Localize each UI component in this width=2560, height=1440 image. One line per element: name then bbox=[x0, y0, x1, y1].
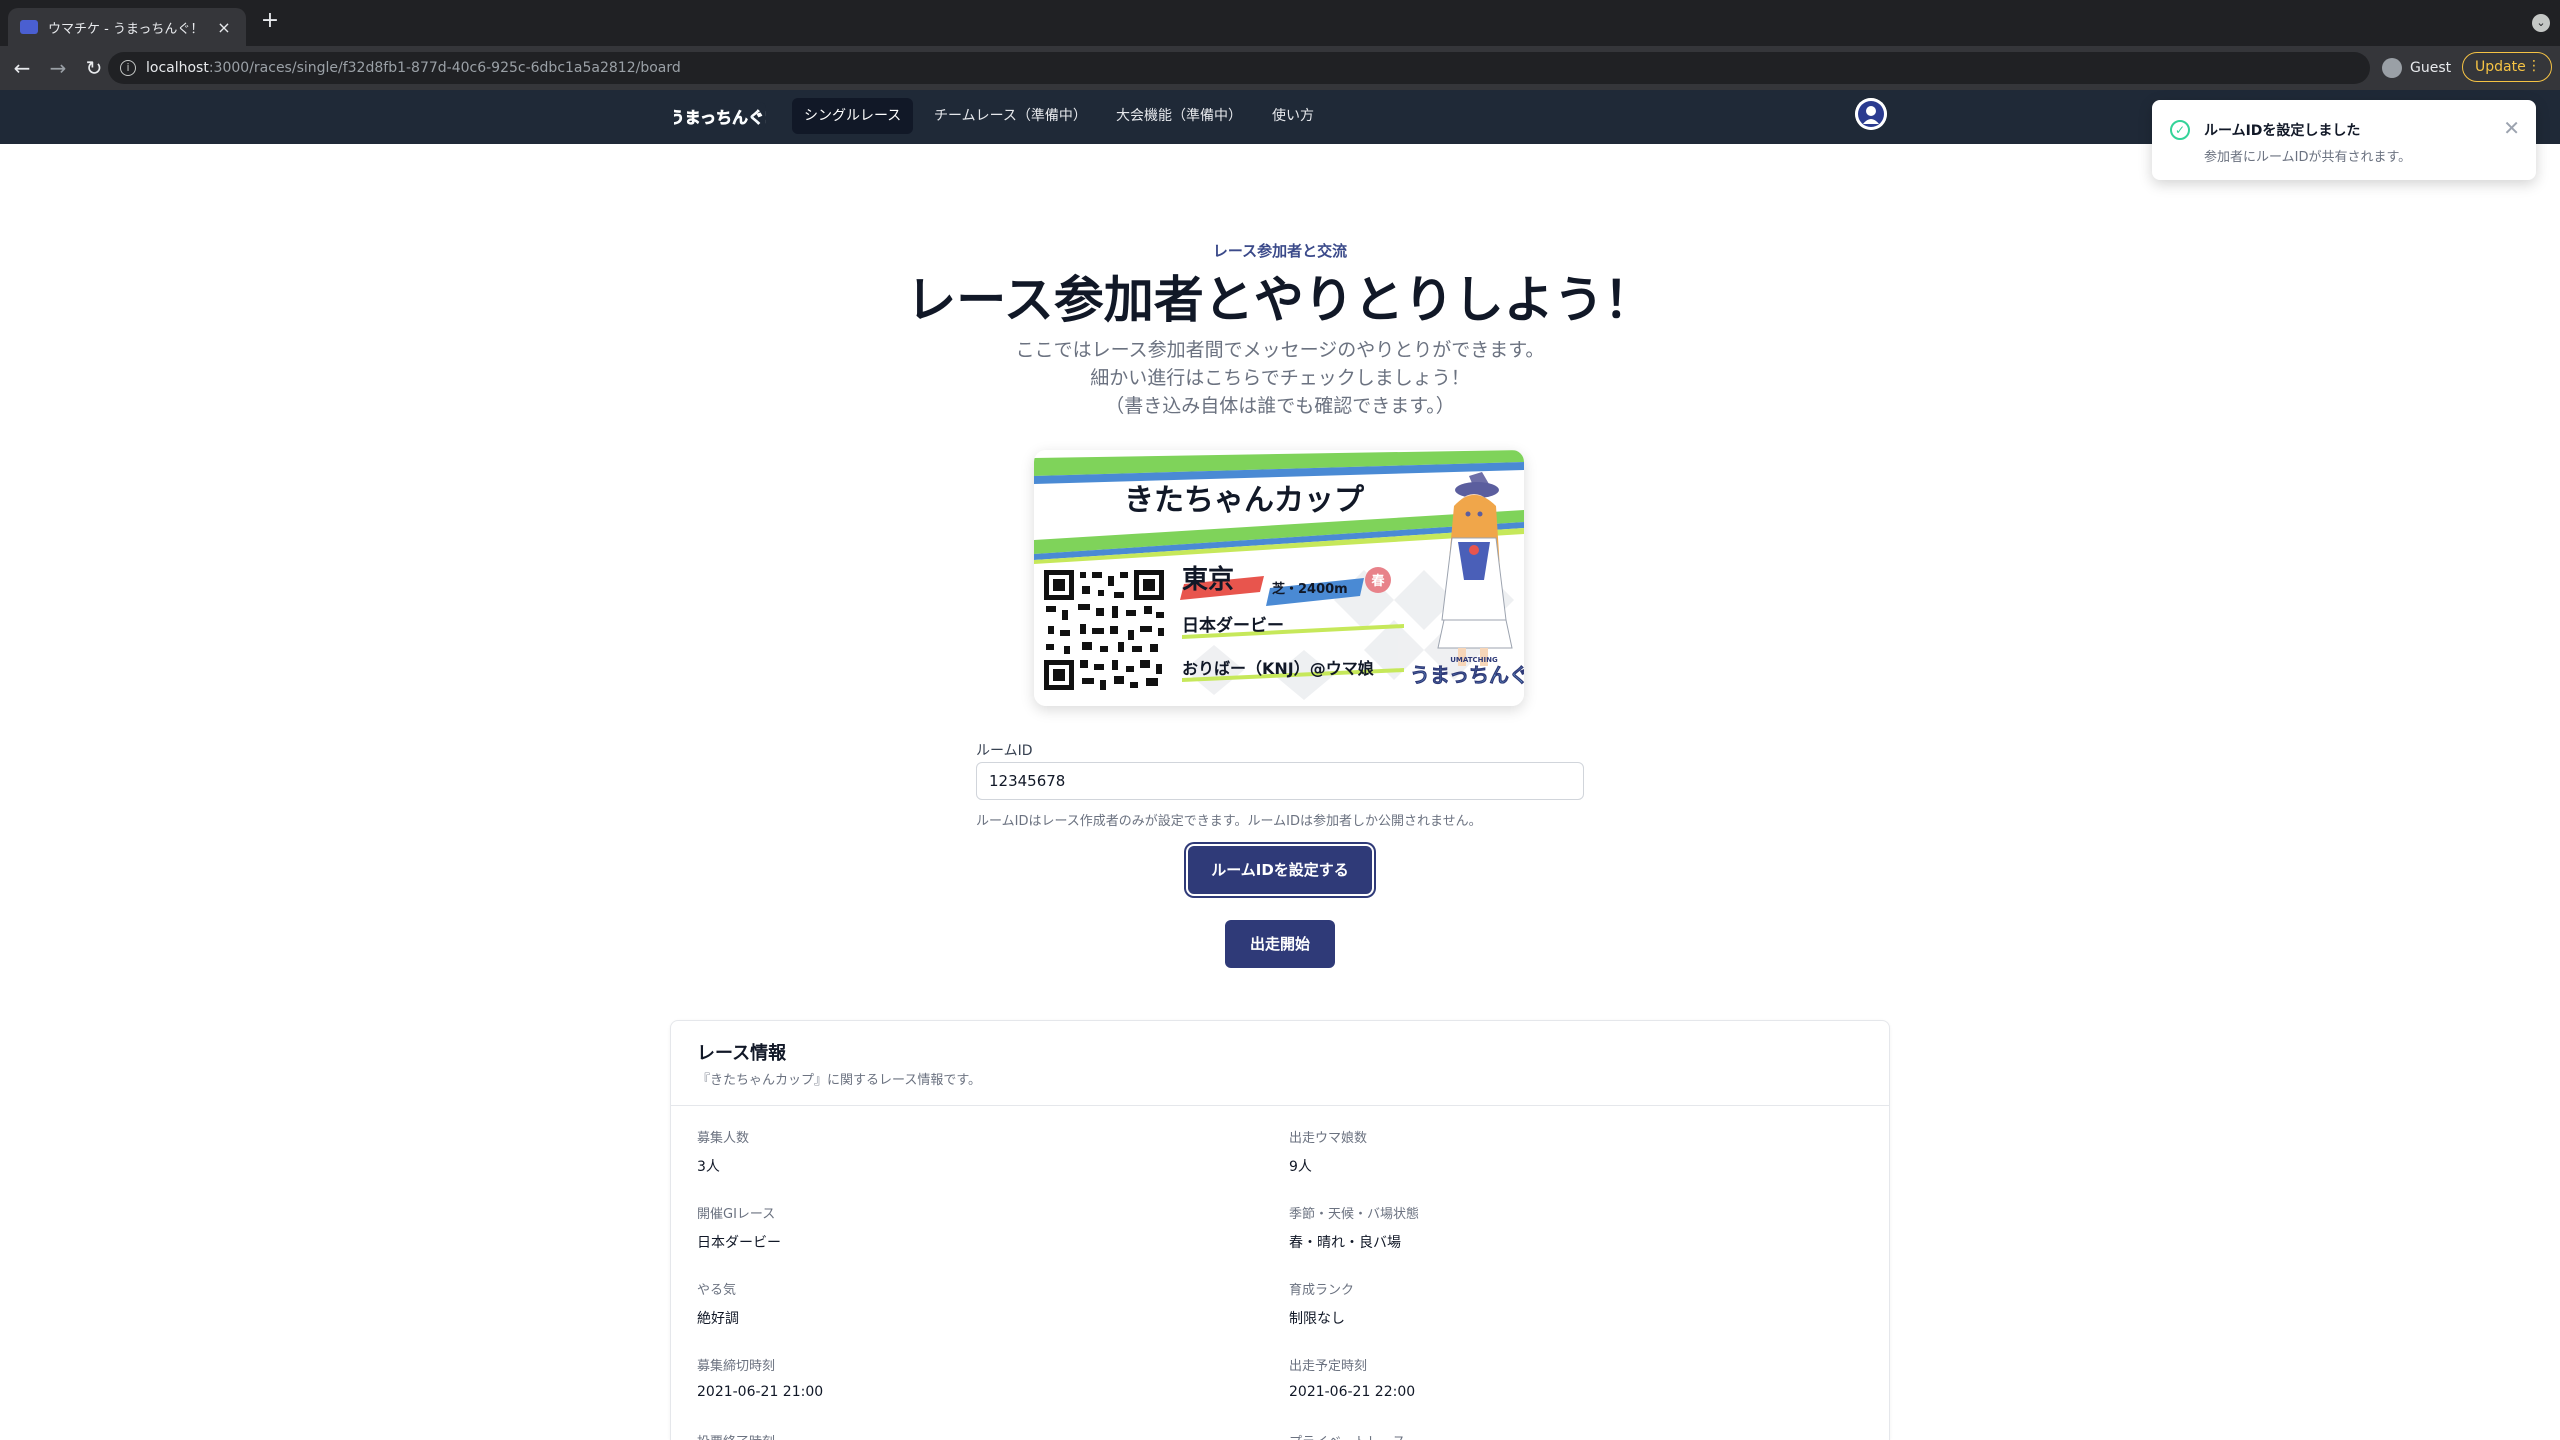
card-gi-race: 日本ダービー bbox=[1182, 615, 1284, 636]
info-label: 投票終了時刻 bbox=[697, 1431, 1257, 1440]
profile-button[interactable]: Guest bbox=[2382, 52, 2451, 84]
room-id-label: ルームID bbox=[976, 743, 1033, 759]
info-value: 9人 bbox=[1289, 1159, 1312, 1175]
room-id-input[interactable] bbox=[976, 762, 1584, 800]
check-circle-icon: ✓ bbox=[2170, 120, 2190, 140]
card-season: 春 bbox=[1370, 573, 1385, 589]
profile-icon bbox=[2382, 58, 2402, 78]
card-venue: 東京 bbox=[1182, 564, 1234, 595]
browser-tab[interactable]: ウマチケ - うまっちんぐ！ × bbox=[8, 8, 246, 46]
nav-how-to[interactable]: 使い方 bbox=[1260, 98, 1326, 134]
page-lead: ここではレース参加者間でメッセージのやりとりができます。 細かい進行はこちらでチ… bbox=[0, 336, 2560, 420]
info-item-rank: 育成ランク 制限なし bbox=[1289, 1279, 1849, 1328]
user-avatar[interactable] bbox=[1855, 98, 1887, 130]
card-organizer: おりばー（KNJ）@ウマ娘 bbox=[1182, 659, 1374, 678]
race-info-panel: レース情報 『きたちゃんカップ』に関するレース情報です。 募集人数 3人 出走ウ… bbox=[670, 1020, 1890, 1440]
nav-team-race[interactable]: チームレース（準備中） bbox=[922, 98, 1099, 134]
update-button[interactable]: Update ⋮ bbox=[2462, 52, 2552, 82]
info-label: やる気 bbox=[697, 1283, 737, 1298]
new-tab-button[interactable]: + bbox=[258, 10, 282, 34]
room-id-help: ルームIDはレース作成者のみが設定できます。ルームIDは参加者しか公開されません… bbox=[976, 814, 1482, 829]
info-label: 季節・天候・バ場状態 bbox=[1289, 1207, 1420, 1222]
card-race-name: きたちゃんカップ bbox=[1124, 483, 1365, 518]
info-item-capacity: 募集人数 3人 bbox=[697, 1127, 1257, 1176]
info-value: 2021-06-21 22:00 bbox=[1289, 1384, 1416, 1400]
info-item-vote-end: 投票終了時刻 bbox=[697, 1431, 1257, 1440]
card-track: 芝・2400m bbox=[1272, 581, 1348, 597]
info-label: 育成ランク bbox=[1289, 1283, 1355, 1298]
toast-message: 参加者にルームIDが共有されます。 bbox=[2204, 150, 2412, 165]
back-icon[interactable]: ← bbox=[8, 54, 36, 82]
info-item-private: プライベートレース bbox=[1289, 1431, 1849, 1440]
info-label: 出走予定時刻 bbox=[1289, 1359, 1368, 1374]
info-item-conditions: 季節・天候・バ場状態 春・晴れ・良バ場 bbox=[1289, 1203, 1849, 1252]
section-eyebrow: レース参加者と交流 bbox=[1212, 242, 1348, 260]
more-icon: ⋮ bbox=[2527, 58, 2541, 74]
info-item-deadline: 募集締切時刻 2021-06-21 21:00 bbox=[697, 1355, 1257, 1400]
info-value: 3人 bbox=[697, 1159, 720, 1175]
divider bbox=[671, 1105, 1889, 1106]
update-label: Update bbox=[2475, 59, 2526, 75]
toast-notification: ✓ ルームIDを設定しました 参加者にルームIDが共有されます。 ✕ bbox=[2152, 100, 2536, 180]
info-label: 募集締切時刻 bbox=[697, 1359, 776, 1374]
address-bar[interactable]: i localhost :3000/races/single/f32d8fb1-… bbox=[108, 52, 2370, 84]
url-path: :3000/races/single/f32d8fb1-877d-40c6-92… bbox=[208, 60, 681, 76]
close-icon[interactable]: ✕ bbox=[2503, 116, 2520, 140]
set-room-id-button[interactable]: ルームIDを設定する bbox=[1188, 846, 1372, 894]
page-title: レース参加者とやりとりしよう！ bbox=[906, 271, 1654, 329]
tab-search-icon[interactable]: ⌄ bbox=[2532, 14, 2550, 32]
info-item-entrants: 出走ウマ娘数 9人 bbox=[1289, 1127, 1849, 1176]
info-value: 春・晴れ・良バ場 bbox=[1289, 1235, 1401, 1251]
info-label: 開催GIレース bbox=[697, 1207, 776, 1222]
info-value: 2021-06-21 21:00 bbox=[697, 1384, 824, 1400]
race-card-image: きたちゃんカップ 東京 芝・2400m 春 日本ダービー おりばー（KNJ）@ウ bbox=[1034, 450, 1524, 706]
lead-line-1: ここではレース参加者間でメッセージのやりとりができます。 bbox=[1015, 339, 1545, 361]
reload-icon[interactable]: ↻ bbox=[80, 54, 108, 82]
info-label: プライベートレース bbox=[1289, 1431, 1849, 1440]
info-value: 絶好調 bbox=[697, 1311, 739, 1327]
info-item-start-time: 出走予定時刻 2021-06-21 22:00 bbox=[1289, 1355, 1849, 1400]
app-logo[interactable]: うまっちんぐ! bbox=[674, 98, 766, 134]
lead-line-3: （書き込み自体は誰でも確認できます。） bbox=[1105, 395, 1455, 417]
panel-subtitle: 『きたちゃんカップ』に関するレース情報です。 bbox=[697, 1073, 982, 1088]
info-label: 出走ウマ娘数 bbox=[1289, 1131, 1368, 1146]
start-race-button[interactable]: 出走開始 bbox=[1225, 920, 1335, 968]
tab-close-icon[interactable]: × bbox=[214, 18, 234, 37]
panel-title: レース情報 bbox=[697, 1043, 787, 1064]
info-label: 募集人数 bbox=[697, 1131, 750, 1146]
card-brand: うまっちんぐ! bbox=[1410, 663, 1524, 687]
forward-icon[interactable]: → bbox=[44, 54, 72, 82]
url-host: localhost bbox=[146, 60, 209, 76]
info-item-gi-race: 開催GIレース 日本ダービー bbox=[697, 1203, 1257, 1252]
tab-title: ウマチケ - うまっちんぐ！ bbox=[48, 21, 204, 37]
nav-tournament[interactable]: 大会機能（準備中） bbox=[1104, 98, 1254, 134]
browser-toolbar: ← → ↻ i localhost :3000/races/single/f32… bbox=[0, 46, 2560, 90]
info-value: 日本ダービー bbox=[697, 1235, 781, 1251]
toast-title: ルームIDを設定しました bbox=[2204, 123, 2361, 139]
site-info-icon[interactable]: i bbox=[120, 60, 136, 76]
browser-tab-bar: ウマチケ - うまっちんぐ！ × + ⌄ bbox=[0, 0, 2560, 46]
favicon-icon bbox=[20, 20, 38, 34]
nav-single-race[interactable]: シングルレース bbox=[792, 98, 914, 134]
info-item-motivation: やる気 絶好調 bbox=[697, 1279, 1257, 1328]
info-value: 制限なし bbox=[1289, 1311, 1345, 1327]
lead-line-2: 細かい進行はこちらでチェックしましょう！ bbox=[1090, 367, 1470, 389]
svg-text:うまっちんぐ!: うまっちんぐ! bbox=[674, 108, 766, 127]
qr-code-icon bbox=[1042, 568, 1168, 694]
profile-label: Guest bbox=[2410, 60, 2452, 76]
